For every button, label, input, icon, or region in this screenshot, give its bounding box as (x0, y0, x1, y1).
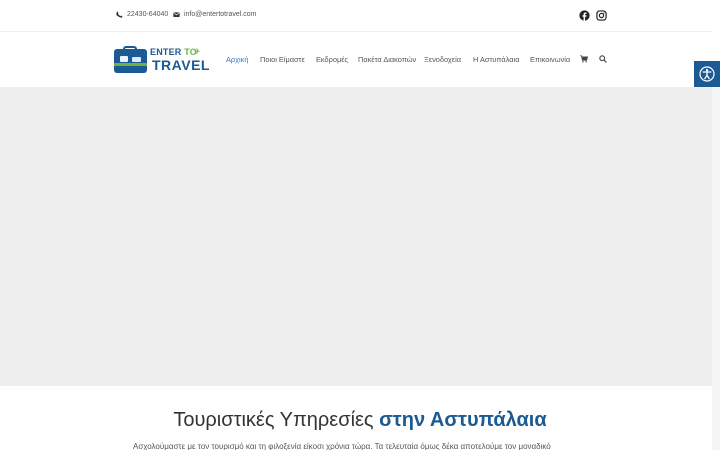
cart-icon[interactable] (580, 55, 588, 63)
section-title-accent: στην Αστυπάλαια (379, 409, 547, 431)
email-address: info@entertotravel.com (184, 11, 257, 18)
top-bar: 22430-64040 info@entertotravel.com (0, 0, 712, 32)
hero-slider (0, 87, 712, 386)
nav-item-excursions[interactable]: Εκδρομές (316, 55, 348, 64)
main-nav: Αρχική Ποιοι Είμαστε Εκδρομές Πακέτα Δια… (0, 55, 712, 67)
intro-text: Ασχολούμαστε με τον τουρισμό και τη φιλο… (133, 442, 551, 450)
search-icon[interactable] (599, 55, 607, 63)
email-contact[interactable]: info@entertotravel.com (173, 11, 256, 18)
nav-item-about[interactable]: Ποιοι Είμαστε (260, 55, 305, 64)
phone-icon (116, 11, 123, 18)
nav-item-contact[interactable]: Επικοινωνία (530, 55, 570, 64)
nav-item-astypalaia[interactable]: Η Αστυπάλαια (473, 55, 519, 64)
phone-contact[interactable]: 22430-64040 (116, 11, 168, 18)
scrollbar[interactable] (712, 87, 720, 450)
section-title: Τουριστικές Υπηρεσίες στην Αστυπάλαια (0, 409, 720, 432)
facebook-icon[interactable] (579, 10, 590, 21)
site-header: ENTER TO TRAVEL ✈ Αρχική Ποιοι Είμαστε Ε… (0, 32, 712, 87)
nav-item-packages[interactable]: Πακέτα Διακοπών (358, 55, 416, 64)
instagram-icon[interactable] (596, 10, 607, 21)
envelope-icon (173, 12, 180, 17)
phone-number: 22430-64040 (127, 11, 169, 18)
nav-item-hotels[interactable]: Ξενοδοχεία (424, 55, 461, 64)
accessibility-toggle-button[interactable] (694, 61, 720, 87)
section-title-plain: Τουριστικές Υπηρεσίες (173, 409, 374, 431)
nav-item-home[interactable]: Αρχική (226, 55, 248, 64)
accessibility-icon (699, 66, 715, 82)
